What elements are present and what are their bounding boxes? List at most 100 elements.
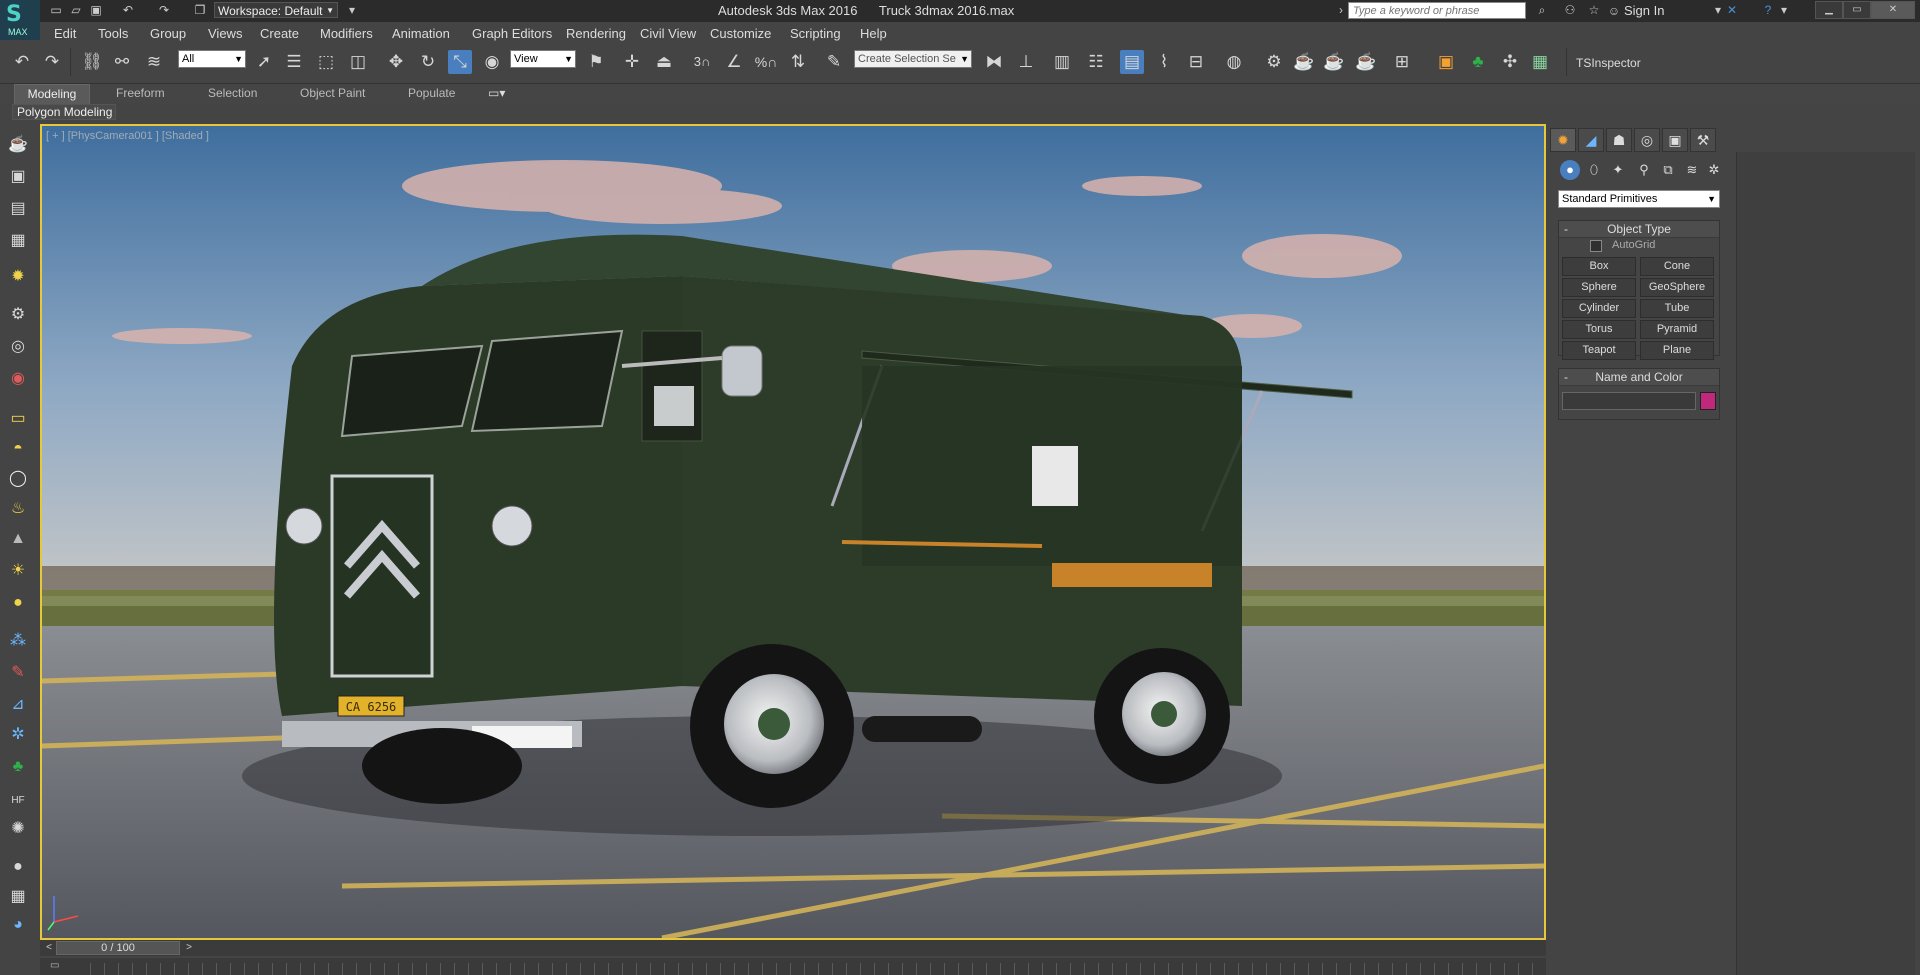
spinner-snap-icon[interactable]: ⇅ [786,50,810,74]
next-frame-icon[interactable]: > [182,941,196,955]
teapot-render-icon[interactable]: ☕ [6,134,30,156]
track-bar-menu-icon[interactable]: ▭ [50,960,70,972]
render-iterative-icon[interactable]: ☕ [1354,50,1378,74]
menu-edit[interactable]: Edit [54,26,76,41]
menu-help[interactable]: Help [860,26,887,41]
maximize-button[interactable]: ▭ [1843,1,1871,19]
geometry-icon[interactable]: ● [1560,160,1580,180]
object-name-field[interactable] [1562,392,1696,410]
create-tab-icon[interactable]: ✹ [1550,128,1576,152]
project-folder-icon[interactable]: ❐ [192,3,208,17]
toggle-scene-explorer-icon[interactable]: ▥ [1050,50,1074,74]
menu-animation[interactable]: Animation [392,26,450,41]
unlink-icon[interactable]: ⚯ [110,50,134,74]
application-menu-button[interactable]: S MAX [0,0,40,40]
close-button[interactable]: ✕ [1871,1,1915,19]
render-in-cloud-icon[interactable]: ⊞ [1390,50,1414,74]
cone-primitive-icon[interactable]: ▲ [6,528,30,550]
menu-create[interactable]: Create [260,26,299,41]
hemisphere-primitive-icon[interactable]: ◓ [6,438,30,460]
mirror-icon[interactable]: ⧓ [982,50,1006,74]
grass-icon[interactable]: ♣ [6,756,30,778]
rotate-icon[interactable]: ↻ [416,50,440,74]
render-frame-icon[interactable]: ▣ [6,166,30,188]
menu-modifiers[interactable]: Modifiers [320,26,373,41]
display-tab-icon[interactable]: ▣ [1662,128,1688,152]
pyramid-button[interactable]: Pyramid [1640,320,1714,339]
new-file-icon[interactable]: ▭ [48,3,64,17]
scale-icon[interactable]: ⤡ [448,50,472,74]
align-icon[interactable]: ⊥ [1014,50,1038,74]
chevron-right-icon[interactable]: › [1333,3,1349,17]
communication-center-icon[interactable]: ⚇ [1562,3,1578,17]
curve-editor-icon[interactable]: ⌇ [1152,50,1176,74]
ts-inspector-icon[interactable]: ▦ [1528,50,1552,74]
gear-icon[interactable]: ✲ [6,724,30,746]
minimize-button[interactable]: ▁ [1815,1,1843,19]
quick-access-customize-icon[interactable]: ▾ [344,3,360,17]
exchange-apps-icon[interactable]: ✕ [1724,3,1740,17]
sphere-button[interactable]: Sphere [1562,278,1636,297]
paint-brush-icon[interactable]: ✎ [6,662,30,684]
cameras-icon[interactable]: ⚲ [1634,160,1654,180]
teapot-button[interactable]: Teapot [1562,341,1636,360]
texture-ball-icon[interactable]: ✺ [6,818,30,840]
motion-tab-icon[interactable]: ◎ [1634,128,1660,152]
angle-snap-icon[interactable]: ∠ [722,50,746,74]
redo-icon[interactable]: ↷ [156,3,172,17]
snaps-toggle-icon[interactable]: 3∩ [690,50,714,74]
geosphere-button[interactable]: GeoSphere [1640,278,1714,297]
search-binoculars-icon[interactable]: ⌕ [1534,3,1550,17]
favorites-star-icon[interactable]: ☆ [1586,3,1602,17]
pivot-center-icon[interactable]: ⚑ [584,50,608,74]
ts-inspector-button[interactable]: TSInspector [1576,56,1641,70]
named-selection-dropdown[interactable]: Create Selection Se ▼ [854,50,972,68]
select-by-name-icon[interactable]: ☰ [282,50,306,74]
material-editor-icon[interactable]: ◍ [1222,50,1246,74]
scatter-tool-icon[interactable]: ✣ [1498,50,1522,74]
undo-icon[interactable]: ↶ [10,50,34,74]
workspace-dropdown[interactable]: Workspace: Default ▼ [214,2,338,18]
list-view-icon[interactable]: ▤ [6,198,30,220]
reference-coordinate-dropdown[interactable]: View ▼ [510,50,576,68]
sign-in-link[interactable]: Sign In [1624,3,1664,18]
shapes-icon[interactable]: ⬯ [1584,160,1604,180]
previous-frame-icon[interactable]: < [42,941,56,955]
railclone-tree-icon[interactable]: ♣ [1466,50,1490,74]
ribbon-options-icon[interactable]: ▭▾ [488,86,505,100]
render-production-icon[interactable]: ☕ [1322,50,1346,74]
tube-button[interactable]: Tube [1640,299,1714,318]
building-icon[interactable]: ▦ [6,886,30,908]
select-manipulate-icon[interactable]: ✛ [620,50,644,74]
select-object-icon[interactable]: ➚ [252,50,276,74]
box-button[interactable]: Box [1562,257,1636,276]
redo-icon[interactable]: ↷ [40,50,64,74]
plane-button[interactable]: Plane [1640,341,1714,360]
object-type-header[interactable]: - Object Type [1559,221,1719,238]
menu-views[interactable]: Views [208,26,242,41]
sphere-primitive-icon[interactable]: ◯ [6,468,30,490]
menu-scripting[interactable]: Scripting [790,26,841,41]
utilities-tab-icon[interactable]: ⚒ [1690,128,1716,152]
menu-civil-view[interactable]: Civil View [640,26,696,41]
menu-group[interactable]: Group [150,26,186,41]
polygon-modeling-panel[interactable]: Polygon Modeling [12,104,116,120]
window-crossing-icon[interactable]: ◫ [346,50,370,74]
search-input[interactable] [1348,2,1526,19]
edit-named-selection-icon[interactable]: ✎ [822,50,846,74]
globe-icon[interactable]: ◕ [6,914,30,936]
perspective-viewport[interactable]: CA 6256 [40,124,1546,940]
modify-tab-icon[interactable]: ◢ [1578,128,1604,152]
open-file-icon[interactable]: ▱ [68,3,84,17]
menu-graph-editors[interactable]: Graph Editors [472,26,552,41]
menu-tools[interactable]: Tools [98,26,128,41]
cone-button[interactable]: Cone [1640,257,1714,276]
render-setup-icon[interactable]: ⚙ [1262,50,1286,74]
menu-rendering[interactable]: Rendering [566,26,626,41]
hf-plugin-icon[interactable]: HF [6,790,30,812]
save-file-icon[interactable]: ▣ [88,3,104,17]
cylinder-button[interactable]: Cylinder [1562,299,1636,318]
particle-flow-icon[interactable]: ⁂ [6,630,30,652]
layer-explorer-icon[interactable]: ☷ [1084,50,1108,74]
bind-space-warp-icon[interactable]: ≋ [142,50,166,74]
